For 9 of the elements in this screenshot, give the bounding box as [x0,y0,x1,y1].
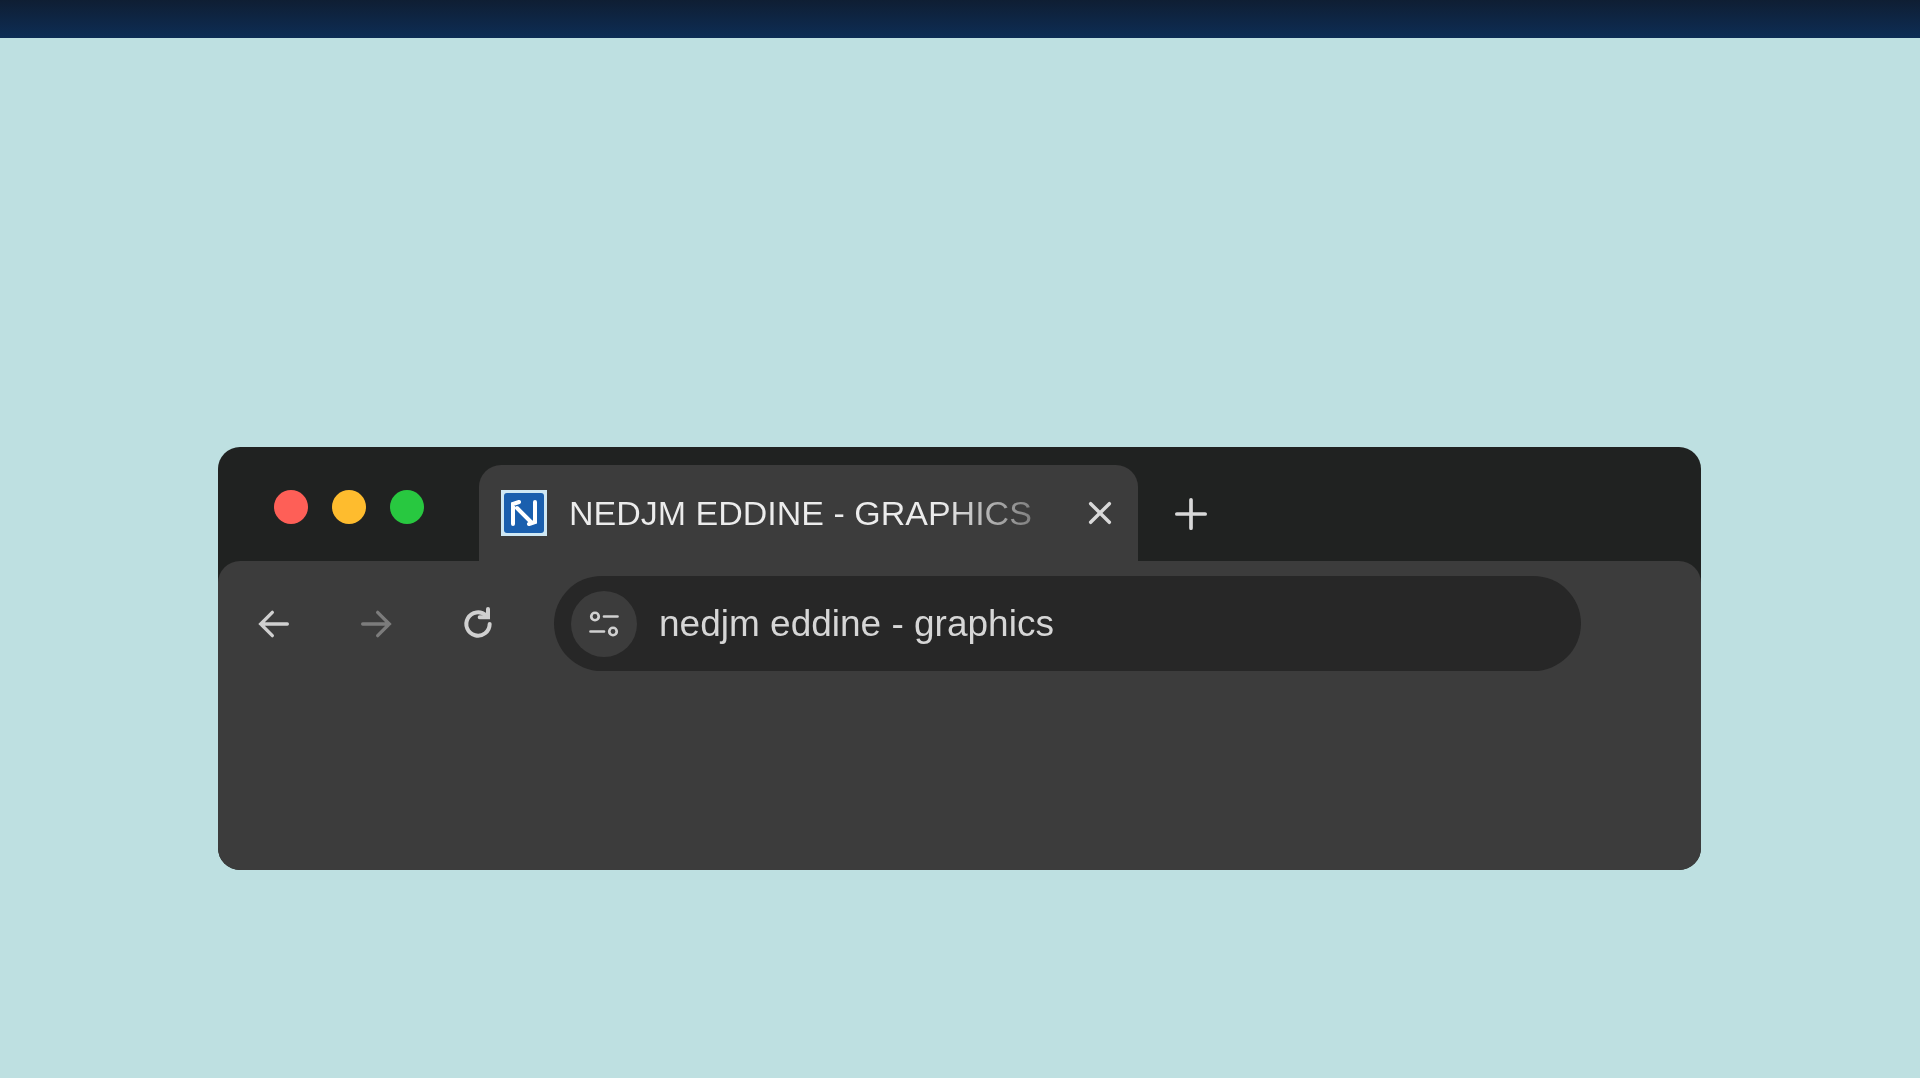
url-text[interactable]: nedjm eddine - graphics [659,602,1459,645]
maximize-window-dot[interactable] [390,490,424,524]
site-logo-icon [501,490,547,536]
close-window-dot[interactable] [274,490,308,524]
minimize-window-dot[interactable] [332,490,366,524]
browser-tab[interactable]: NEDJM EDDINE - GRAPHICS [479,465,1138,561]
close-tab-button[interactable] [1086,499,1114,527]
new-tab-button[interactable] [1174,497,1208,531]
address-bar[interactable]: nedjm eddine - graphics [554,576,1581,671]
